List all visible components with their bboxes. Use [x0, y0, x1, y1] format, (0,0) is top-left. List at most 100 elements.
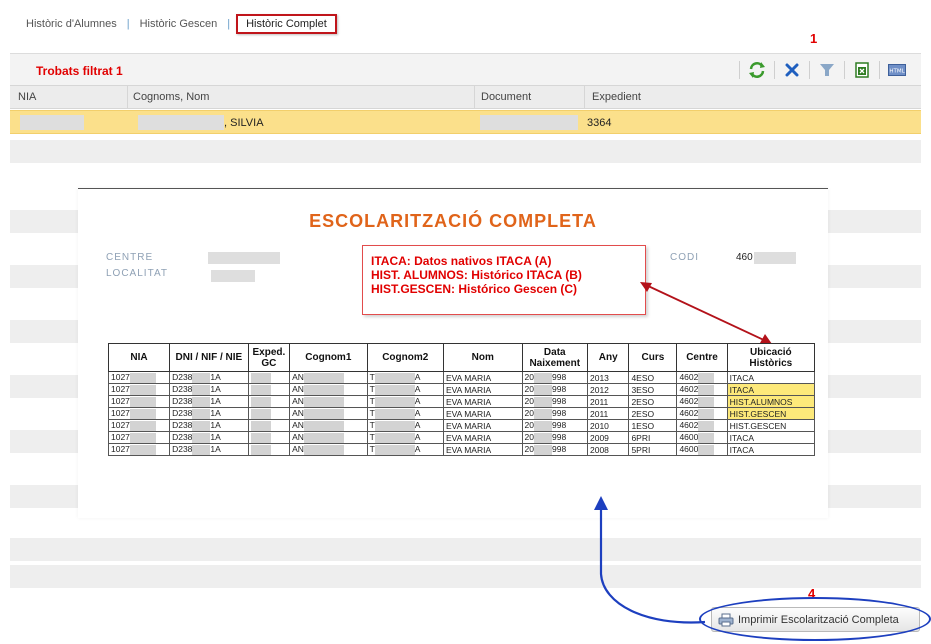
column-header-cognoms-nom[interactable]: Cognoms, Nom	[133, 91, 209, 103]
tab-separator: |	[126, 18, 130, 30]
cell-text: 998	[551, 384, 567, 395]
cell-text: 2ESO	[631, 396, 655, 407]
tab-historic-alumnes[interactable]: Històric d'Alumnes	[22, 18, 121, 30]
html-icon[interactable]: HTML	[883, 59, 911, 81]
cell-any: 2008	[586, 443, 630, 456]
cell-text: AN	[292, 372, 304, 383]
row-expedient: 3364	[587, 117, 612, 129]
cell-cognom2: TA	[366, 371, 444, 384]
cell-text: AN	[292, 384, 304, 395]
redacted-value	[250, 384, 271, 395]
empty-row	[10, 140, 921, 163]
marker-4: 4	[808, 586, 816, 601]
cell-text: D238	[172, 420, 193, 431]
redacted-value	[129, 444, 156, 455]
cell-text: 4602	[679, 396, 699, 407]
toolbar-divider	[739, 61, 740, 79]
cell-ubicacio: ITACA	[726, 443, 816, 456]
tab-separator: |	[227, 18, 231, 30]
tab-bar: Històric d'Alumnes | Històric Gescen | H…	[22, 14, 337, 34]
refresh-icon[interactable]	[743, 59, 771, 81]
redacted-value	[303, 396, 344, 407]
cell-ubicacio: ITACA	[726, 383, 816, 396]
tab-historic-complet[interactable]: Històric Complet	[236, 14, 337, 34]
print-full-schooling-button[interactable]: Imprimir Escolarització Completa	[711, 607, 920, 632]
th-cognom2: Cognom2	[366, 343, 444, 372]
cell-text: A	[414, 396, 421, 407]
cell-text: AN	[292, 444, 304, 455]
cell-text: D238	[172, 408, 193, 419]
redacted-value	[192, 372, 211, 383]
grid-header: NIA Cognoms, Nom Document Expedient	[10, 85, 921, 109]
cell-data-naixement: 20 998	[521, 443, 588, 456]
redacted-value	[533, 420, 552, 431]
th-nom: Nom	[442, 343, 523, 372]
cell-text: 1A	[210, 408, 221, 419]
empty-row	[10, 565, 921, 588]
th-ubicacio-historics: Ubicació Històrics	[726, 343, 816, 372]
column-header-nia[interactable]: NIA	[18, 91, 36, 103]
history-table-header: NIA DNI / NIF / NIE Exped. GC Cognom1 Co…	[107, 343, 816, 372]
history-row: 1027 D238 1A AN T A EVA MARIA 20 998 2008 5PRI 4600…	[107, 443, 816, 456]
cell-text: 2008	[589, 444, 609, 455]
spreadsheet-icon[interactable]	[848, 59, 876, 81]
report-preview: ESCOLARITZACIÓ COMPLETA CENTRE LOCALITAT…	[78, 188, 828, 518]
redacted-value	[250, 408, 271, 419]
cell-centre: 4602	[676, 371, 728, 384]
th-any: Any	[586, 343, 630, 372]
redacted-value	[698, 384, 715, 395]
redacted-centre	[208, 252, 280, 264]
cell-cognom1: AN	[289, 395, 368, 408]
redacted-value	[374, 444, 415, 455]
cell-text: 4600	[679, 444, 699, 455]
filter-icon[interactable]	[813, 59, 841, 81]
redacted-value	[129, 384, 156, 395]
redacted-value	[303, 420, 344, 431]
cell-any: 2009	[586, 431, 630, 444]
cell-dni: D238 1A	[169, 383, 249, 396]
toolbar-divider	[774, 61, 775, 79]
cell-text: 1027	[111, 396, 130, 407]
redacted-value	[374, 372, 415, 383]
clear-icon[interactable]	[778, 59, 806, 81]
selected-table-row[interactable]: , SILVIA 3364	[10, 110, 921, 134]
cell-text: ITACA	[729, 372, 755, 383]
redacted-value	[192, 444, 211, 455]
tab-historic-gescen[interactable]: Històric Gescen	[136, 18, 222, 30]
cell-text: 998	[551, 396, 567, 407]
codi-value: 460	[736, 252, 753, 263]
cell-exped-gc	[247, 371, 291, 384]
cell-nia: 1027	[107, 371, 171, 384]
cell-text: 2ESO	[631, 408, 655, 419]
cell-text: A	[414, 432, 421, 443]
history-row: 1027 D238 1A AN T A EVA MARIA 20 998 2011 2ESO 4602…	[107, 395, 816, 408]
cell-any: 2012	[586, 383, 630, 396]
redacted-value	[698, 444, 715, 455]
cell-nia: 1027	[107, 419, 171, 432]
cell-text: EVA MARIA	[445, 420, 492, 431]
cell-cognom1: AN	[289, 431, 368, 444]
cell-text: HIST.GESCEN	[729, 408, 787, 419]
cell-exped-gc	[247, 407, 291, 420]
th-exped-gc: Exped. GC	[247, 343, 291, 372]
cell-ubicacio: HIST.GESCEN	[726, 407, 816, 420]
column-header-document[interactable]: Document	[481, 91, 531, 103]
cell-any: 2011	[586, 395, 630, 408]
cell-any: 2011	[586, 407, 630, 420]
cell-text: 20	[524, 444, 534, 455]
cell-text: 1027	[111, 420, 130, 431]
cell-centre: 4602	[676, 407, 728, 420]
redacted-value	[374, 408, 415, 419]
cell-nom: EVA MARIA	[442, 383, 523, 396]
history-row: 1027 D238 1A AN T A EVA MARIA 20 998 2011 2ESO 4602…	[107, 407, 816, 420]
cell-centre: 4600	[676, 443, 728, 456]
cell-dni: D238 1A	[169, 371, 249, 384]
column-divider	[474, 86, 475, 109]
cell-text: 4600	[679, 432, 699, 443]
cell-curs: 6PRI	[628, 431, 678, 444]
cell-cognom2: TA	[366, 443, 444, 456]
row-name: , SILVIA	[224, 117, 264, 129]
redacted-value	[374, 384, 415, 395]
cell-curs: 2ESO	[628, 395, 678, 408]
column-header-expedient[interactable]: Expedient	[592, 91, 641, 103]
